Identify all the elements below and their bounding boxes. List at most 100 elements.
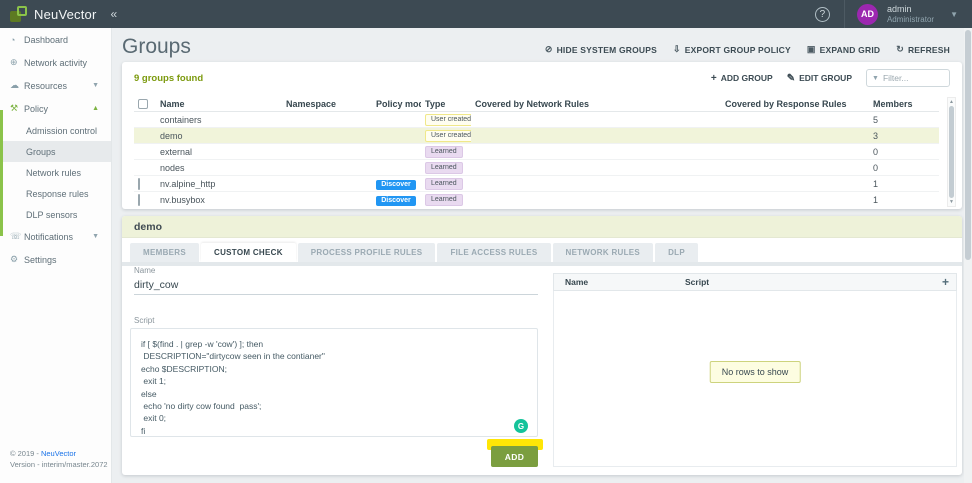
table-row[interactable]: nodes Learned 0 — [134, 160, 939, 176]
filter-icon: ▼ — [872, 74, 879, 82]
table-row[interactable]: external Learned 0 — [134, 144, 939, 160]
sidebar-collapse-icon[interactable]: « — [111, 7, 118, 21]
scroll-up-icon[interactable]: ▲ — [948, 99, 955, 105]
tab-dlp[interactable]: DLP — [655, 243, 698, 262]
tabbar-divider — [122, 262, 962, 266]
user-menu-caret-icon[interactable]: ▼ — [950, 10, 958, 19]
sidebar-item-response-rules[interactable]: Response rules — [0, 183, 111, 204]
cell-type: User created — [421, 129, 471, 142]
gavel-icon: ⚒ — [10, 103, 19, 113]
add-row-icon[interactable]: + — [942, 275, 949, 289]
policy-active-bar — [0, 110, 3, 236]
tab-file-access-rules[interactable]: FILE ACCESS RULES — [437, 243, 551, 262]
sidebar-item-settings[interactable]: ⚙ Settings — [0, 248, 111, 271]
help-icon[interactable]: ? — [814, 6, 830, 22]
edit-icon: ✎ — [786, 72, 796, 84]
sidebar-item-resources[interactable]: ☁ Resources ▼ — [0, 74, 111, 97]
tab-custom-check[interactable]: CUSTOM CHECK — [201, 243, 296, 262]
column-header: Namespace — [286, 99, 337, 109]
sidebar-item-dashboard[interactable]: ◔ Dashboard — [0, 28, 111, 51]
filter-input[interactable] — [882, 73, 943, 83]
export-group-policy-button[interactable]: ⇩ EXPORT GROUP POLICY — [673, 44, 791, 55]
sidebar-item-policy[interactable]: ⚒ Policy ▲ — [0, 97, 111, 120]
neuvector-logo-icon — [10, 6, 28, 22]
sidebar-item-label: Settings — [24, 254, 57, 265]
sidebar-item-label: Policy — [24, 103, 49, 114]
hide-system-groups-button[interactable]: ⊘ HIDE SYSTEM GROUPS — [545, 44, 657, 55]
brand-title: NeuVector — [34, 6, 97, 22]
chevron-icon: ▼ — [92, 82, 99, 89]
page-scrollbar[interactable] — [964, 28, 972, 483]
column-header: Name — [160, 99, 185, 109]
user-name: admin — [886, 4, 912, 15]
neuvector-link[interactable]: NeuVector — [41, 449, 76, 458]
grid-scrollbar[interactable]: ▲ ▼ — [947, 97, 956, 207]
cell-members: 0 — [873, 146, 879, 157]
download-icon: ⇩ — [673, 44, 681, 54]
checkbox-cell — [134, 177, 156, 190]
page-scrollbar-thumb[interactable] — [965, 30, 971, 260]
groups-card: 9 groups found + ADD GROUP ✎ EDIT GROUP … — [122, 62, 962, 209]
sidebar-item-network-activity[interactable]: ⊕ Network activity — [0, 51, 111, 74]
cell-type: User created — [421, 113, 471, 126]
eye-off-icon: ⊘ — [544, 44, 553, 54]
empty-rows-message: No rows to show — [709, 361, 801, 383]
table-row[interactable]: containers User created 5 — [134, 112, 939, 128]
phone-icon: ☏ — [10, 231, 22, 241]
table-row[interactable]: nv.alpine_http Discover Learned 1 — [134, 176, 939, 192]
tab-process-profile-rules[interactable]: PROCESS PROFILE RULES — [297, 243, 436, 262]
edit-group-button[interactable]: ✎ EDIT GROUP — [787, 73, 852, 84]
row-checkbox[interactable] — [138, 193, 140, 206]
scroll-down-icon[interactable]: ▼ — [948, 199, 955, 205]
checkbox-cell — [134, 193, 156, 206]
row-checkbox[interactable] — [138, 177, 140, 190]
tab-members[interactable]: MEMBERS — [130, 243, 199, 262]
group-detail-card: demo MEMBERS CUSTOM CHECK PROCESS PROFILE … — [122, 216, 962, 475]
expand-grid-button[interactable]: ▣ EXPAND GRID — [807, 44, 880, 55]
script-textarea[interactable] — [130, 328, 538, 437]
cloud-icon: ☁ — [10, 80, 19, 90]
type-badge: Learned — [425, 194, 463, 206]
copyright-line: © 2019 - NeuVector — [10, 449, 76, 459]
sidebar-item-network-rules[interactable]: Network rules — [0, 162, 111, 183]
cell-members: 1 — [873, 178, 879, 189]
avatar[interactable]: AD — [856, 3, 878, 25]
table-row[interactable]: nv.busybox Discover Learned 1 — [134, 192, 939, 207]
cell-type: Learned — [421, 177, 471, 190]
column-header: Covered by Network Rules — [475, 99, 590, 109]
cell-policy-mode: Discover — [372, 178, 421, 190]
column-header: Policy mode — [376, 99, 421, 109]
groups-table: Name Namespace Policy mode Type Covered by N… — [134, 97, 939, 207]
expand-grid-label: EXPAND GRID — [819, 44, 881, 55]
cell-name: demo — [160, 130, 183, 141]
refresh-icon: ↻ — [896, 44, 904, 54]
globe-icon: ⊕ — [10, 57, 18, 67]
top-bar: NeuVector « ? AD admin Administrator ▼ — [0, 0, 972, 28]
refresh-button[interactable]: ↻ REFRESH — [896, 44, 950, 55]
sidebar-item-label: Resources — [24, 80, 68, 91]
add-check-button[interactable]: ADD — [491, 446, 538, 467]
check-name-input[interactable] — [134, 279, 538, 295]
sidebar-item-notifications[interactable]: ☏ Notifications ▼ — [0, 225, 111, 248]
sidebar-item-groups[interactable]: Groups — [0, 141, 111, 162]
add-group-button[interactable]: + ADD GROUP — [711, 73, 773, 84]
column-header: Members — [873, 99, 913, 109]
cell-type: Learned — [421, 161, 471, 174]
script-label: Script — [134, 316, 155, 325]
cell-name: nv.busybox — [160, 194, 205, 205]
type-badge: Learned — [425, 178, 463, 190]
type-badge: User created — [425, 114, 471, 126]
version-line: Version - interim/master.2072 — [10, 460, 108, 470]
type-badge: Learned — [425, 146, 463, 158]
grammarly-icon[interactable]: G — [514, 419, 528, 433]
tab-network-rules[interactable]: NETWORK RULES — [552, 243, 654, 262]
sidebar: ◔ Dashboard ⊕ Network activity ☁ Resources ▼ ⚒ P… — [0, 28, 112, 483]
sidebar-item-admission-control[interactable]: Admission control — [0, 120, 111, 141]
sidebar-item-dlp-sensors[interactable]: DLP sensors — [0, 204, 111, 225]
chevron-icon: ▼ — [92, 233, 99, 240]
table-row[interactable]: demo User created 3 — [134, 128, 939, 144]
scrollbar-thumb[interactable] — [949, 106, 954, 198]
select-all-checkbox[interactable] — [138, 99, 148, 109]
hide-system-groups-label: HIDE SYSTEM GROUPS — [556, 44, 657, 55]
scripts-table-body: No rows to show — [553, 291, 957, 467]
